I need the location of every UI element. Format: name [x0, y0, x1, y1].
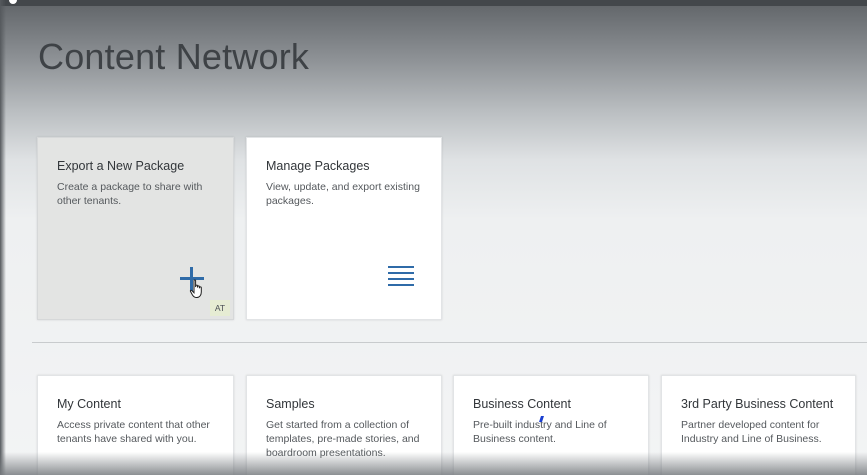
tile-title: Manage Packages: [266, 159, 370, 173]
tile-description: Partner developed content for Industry a…: [681, 419, 822, 445]
tile-description: Pre-built industry and Line of Business …: [473, 419, 607, 445]
left-edge-shadow: [0, 0, 6, 475]
hand-pointer-icon: [189, 279, 202, 298]
manage-packages-tile[interactable]: Manage Packages View, update, and export…: [246, 137, 442, 320]
list-icon: [388, 266, 414, 288]
user-initials-badge: AT: [210, 300, 230, 316]
tile-description: View, update, and export existing packag…: [266, 181, 420, 207]
top-window-strip: [0, 0, 867, 6]
tile-title: Export a New Package: [57, 159, 185, 173]
tile-title: Samples: [266, 397, 315, 411]
export-new-package-tile[interactable]: Export a New Package Create a package to…: [37, 137, 234, 320]
section-divider: [32, 342, 867, 343]
tile-title: My Content: [57, 397, 121, 411]
bottom-edge-fade: [0, 452, 867, 475]
tile-description: Create a package to share with other ten…: [57, 181, 203, 207]
page-title: Content Network: [38, 36, 310, 77]
tile-description: Access private content that other tenant…: [57, 419, 210, 445]
tile-title: Business Content: [473, 397, 571, 411]
tile-title: 3rd Party Business Content: [681, 397, 834, 411]
